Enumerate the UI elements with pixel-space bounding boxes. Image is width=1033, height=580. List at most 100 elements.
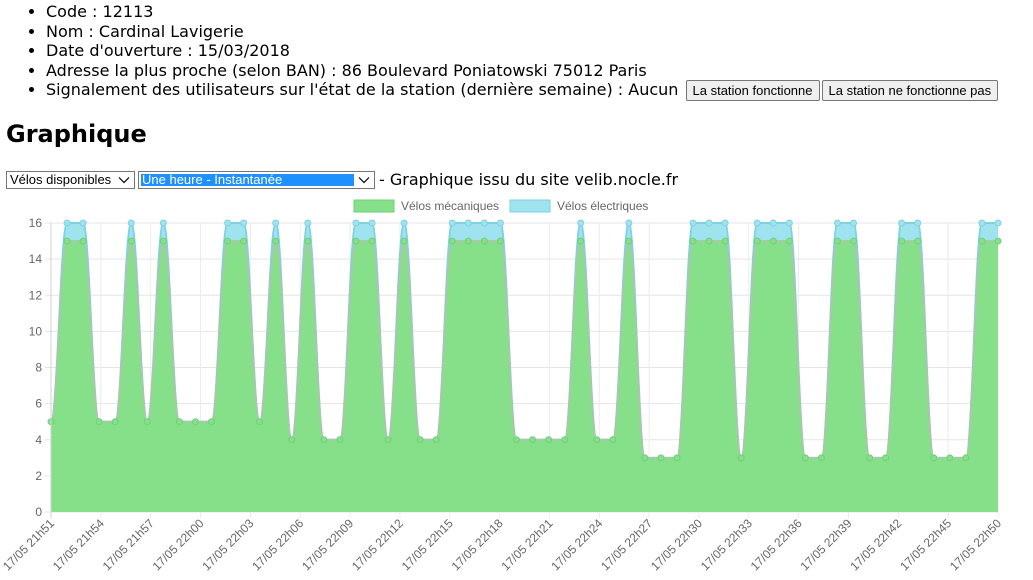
point-electric [994, 219, 1002, 227]
point-electric [496, 219, 504, 227]
point-mechanical [753, 237, 761, 245]
point-electric [127, 219, 135, 227]
point-mechanical [111, 418, 119, 426]
point-electric [272, 219, 280, 227]
point-mechanical [705, 237, 713, 245]
x-tick-label: 17/05 22h33 [698, 516, 755, 573]
point-mechanical [609, 436, 617, 444]
point-electric [978, 219, 986, 227]
point-mechanical [545, 436, 553, 444]
x-tick-label: 17/05 22h09 [299, 516, 356, 573]
x-tick-label: 17/05 22h30 [648, 516, 705, 573]
point-mechanical [448, 237, 456, 245]
point-mechanical [994, 237, 1002, 245]
chart-source-text: - Graphique issu du site velib.nocle.fr [379, 170, 679, 189]
availability-chart: Vélos mécaniques Vélos électriques 0 2 4 6 8 1… [0, 199, 1004, 573]
point-mechanical [898, 237, 906, 245]
legend-label-mechanical: Vélos mécaniques [401, 199, 499, 213]
point-mechanical [930, 454, 938, 462]
metric-select-value: Vélos disponibles [10, 172, 112, 187]
point-mechanical [143, 418, 151, 426]
point-mechanical [352, 237, 360, 245]
x-tick-label: 17/05 22h06 [249, 516, 306, 573]
point-mechanical [529, 436, 537, 444]
point-electric [721, 219, 729, 227]
y-tick-label: 10 [29, 324, 43, 338]
station-working-button[interactable]: La station fonctionne [685, 80, 820, 101]
point-mechanical [79, 237, 87, 245]
point-electric [769, 219, 777, 227]
point-electric [689, 219, 697, 227]
x-tick-label: 17/05 22h42 [847, 516, 904, 573]
point-mechanical [175, 418, 183, 426]
point-mechanical [464, 237, 472, 245]
station-reports-text: Signalement des utilisateurs sur l'état … [46, 80, 679, 99]
y-tick-label: 6 [35, 397, 42, 411]
x-tick-label: 17/05 22h39 [798, 516, 855, 573]
station-opening-date: Date d'ouverture : 15/03/2018 [46, 41, 998, 61]
x-tick-label: 17/05 22h36 [748, 516, 805, 573]
point-electric [625, 219, 633, 227]
point-mechanical [914, 237, 922, 245]
point-mechanical [882, 454, 890, 462]
area-mechanical [51, 241, 998, 512]
x-tick-label: 17/05 22h00 [150, 516, 207, 573]
x-tick-label: 17/05 22h21 [498, 516, 555, 573]
chart-x-axis: 17/05 21h5117/05 21h5417/05 21h5717/05 2… [0, 516, 1004, 573]
point-electric [352, 219, 360, 227]
point-mechanical [593, 436, 601, 444]
point-electric [400, 219, 408, 227]
point-mechanical [304, 237, 312, 245]
chart-controls: Vélos disponibles Une heure - Instantané… [6, 171, 678, 191]
point-mechanical [416, 436, 424, 444]
point-mechanical [384, 436, 392, 444]
point-electric [304, 219, 312, 227]
y-tick-label: 0 [35, 505, 42, 519]
point-mechanical [400, 237, 408, 245]
legend-swatch-mechanical [353, 199, 395, 213]
y-tick-label: 14 [29, 252, 43, 266]
point-mechanical [962, 454, 970, 462]
chevron-down-icon [118, 177, 130, 184]
point-electric [705, 219, 713, 227]
point-mechanical [978, 237, 986, 245]
chevron-down-icon [358, 177, 370, 184]
point-mechanical [512, 436, 520, 444]
metric-select[interactable]: Vélos disponibles [6, 171, 135, 189]
point-electric [159, 219, 167, 227]
point-electric [785, 219, 793, 227]
y-tick-label: 16 [29, 216, 43, 230]
point-mechanical [801, 454, 809, 462]
period-select[interactable]: Une heure - Instantanée [138, 171, 375, 189]
point-electric [368, 219, 376, 227]
period-select-value: Une heure - Instantanée [142, 172, 283, 187]
x-tick-label: 17/05 22h15 [399, 516, 456, 573]
chart-legend: Vélos mécaniques Vélos électriques [353, 199, 648, 213]
point-mechanical [480, 237, 488, 245]
point-electric [850, 219, 858, 227]
point-electric [79, 219, 87, 227]
station-reports: Signalement des utilisateurs sur l'état … [46, 80, 999, 101]
legend-label-electric: Vélos électriques [557, 199, 648, 213]
station-not-working-button[interactable]: La station ne fonctionne pas [821, 80, 999, 101]
point-electric [914, 219, 922, 227]
point-electric [464, 219, 472, 227]
point-mechanical [288, 436, 296, 444]
point-electric [480, 219, 488, 227]
point-mechanical [737, 454, 745, 462]
point-mechanical [833, 237, 841, 245]
y-tick-label: 4 [35, 433, 42, 447]
point-electric [448, 219, 456, 227]
point-mechanical [817, 454, 825, 462]
point-mechanical [159, 237, 167, 245]
point-electric [63, 219, 71, 227]
x-tick-label: 17/05 22h24 [548, 516, 605, 573]
point-mechanical [240, 237, 248, 245]
x-tick-label: 17/05 21h54 [50, 516, 107, 573]
y-tick-label: 12 [29, 288, 43, 302]
x-tick-label: 17/05 22h18 [449, 516, 506, 573]
point-mechanical [320, 436, 328, 444]
point-electric [240, 219, 248, 227]
station-code: Code : 12113 [46, 2, 998, 22]
point-electric [833, 219, 841, 227]
